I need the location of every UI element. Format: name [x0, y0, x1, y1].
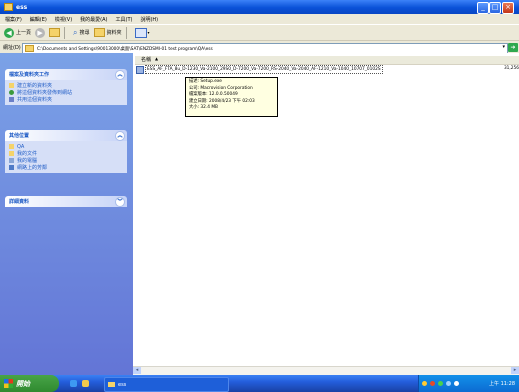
- chevron-down-icon: ▾: [147, 30, 150, 35]
- panel-file-tasks-header[interactable]: 檔案及資料夾工作 ︽: [5, 69, 127, 80]
- file-row[interactable]: ESS_AF_FTA_8u_D-1230_Va-2100_29S0_D-7200…: [135, 65, 519, 74]
- go-button[interactable]: ➜: [508, 43, 518, 52]
- menu-tools[interactable]: 工具(T): [116, 16, 133, 23]
- link-publish-web[interactable]: 將這個資料夾發佈到網站: [9, 89, 123, 96]
- link-my-documents[interactable]: 我的文件: [9, 150, 123, 157]
- tray-icon[interactable]: [422, 381, 427, 386]
- search-icon: ⌕: [73, 27, 78, 37]
- link-my-computer[interactable]: 我的電腦: [9, 157, 123, 164]
- globe-icon: [9, 90, 14, 95]
- folder-icon: [25, 45, 34, 52]
- toolbar-divider: [125, 26, 127, 39]
- horizontal-scrollbar[interactable]: ◂ ▸: [133, 366, 519, 375]
- panel-details-header[interactable]: 詳細資料 ︾: [5, 196, 127, 207]
- volume-icon[interactable]: [454, 381, 459, 386]
- panel-title: 詳細資料: [9, 199, 30, 205]
- tray-icon[interactable]: [430, 381, 435, 386]
- folder-icon: [4, 3, 13, 11]
- up-folder-icon: [49, 28, 61, 37]
- sort-arrow-icon: ▲: [155, 56, 159, 61]
- folders-button[interactable]: 資料夾: [93, 28, 122, 37]
- panel-other-places: 其他位置 ︽ QA 我的文件 我的電腦 網路上的芳鄰: [5, 130, 127, 173]
- share-icon: [9, 97, 14, 102]
- folder-icon: [9, 144, 14, 149]
- taskbar: 開始 ess 上午 11:28: [0, 375, 519, 392]
- toolbar-divider: [64, 26, 66, 39]
- link-network-places[interactable]: 網路上的芳鄰: [9, 164, 123, 171]
- folders-icon: [93, 28, 105, 37]
- quick-launch-ie-icon[interactable]: [70, 380, 77, 387]
- back-button[interactable]: ◀ 上一頁: [4, 27, 31, 38]
- panel-other-places-header[interactable]: 其他位置 ︽: [5, 130, 127, 141]
- menu-favorites[interactable]: 我的最愛(A): [80, 16, 107, 23]
- address-bar: 網址(D) C:\Documents and Settings\90013000…: [0, 40, 519, 54]
- search-button[interactable]: ⌕ 搜尋: [73, 28, 90, 38]
- file-list: 名稱 ▲ ESS_AF_FTA_8u_D-1230_Va-2100_29S0_D…: [133, 53, 519, 375]
- tray-icon[interactable]: [446, 381, 451, 386]
- tooltip-size: 大小: 32.4 MB: [189, 105, 218, 110]
- computer-icon: [9, 158, 14, 163]
- task-pane: 檔案及資料夾工作 ︽ 建立新的資料夾 將這個資料夾發佈到網站 共用這個資料夾 其…: [0, 53, 133, 375]
- toolbar: ◀ 上一頁 ▶ ⌕ 搜尋 資料夾 ▾: [0, 24, 519, 40]
- expand-icon[interactable]: ︾: [115, 197, 125, 207]
- file-size: 31,256: [503, 66, 519, 71]
- window-title: ess: [16, 3, 28, 11]
- quick-launch-folder-icon[interactable]: [82, 380, 89, 387]
- minimize-button[interactable]: _: [477, 2, 489, 14]
- link-qa[interactable]: QA: [9, 143, 123, 150]
- panel-other-places-body: QA 我的文件 我的電腦 網路上的芳鄰: [5, 141, 127, 173]
- address-path: C:\Documents and Settings\90013000\桌面\SA…: [37, 46, 213, 52]
- views-icon: [134, 27, 147, 38]
- maximize-button[interactable]: □: [489, 2, 501, 14]
- panel-file-tasks: 檔案及資料夾工作 ︽ 建立新的資料夾 將這個資料夾發佈到網站 共用這個資料夾: [5, 69, 127, 105]
- folder-icon: [108, 382, 115, 387]
- file-icon: [136, 66, 144, 74]
- scroll-left-icon[interactable]: ◂: [133, 367, 141, 374]
- clock[interactable]: 上午 11:28: [489, 380, 515, 387]
- menu-edit[interactable]: 編輯(E): [30, 16, 47, 23]
- views-button[interactable]: ▾: [134, 27, 150, 38]
- documents-icon: [9, 151, 14, 156]
- scroll-right-icon[interactable]: ▸: [511, 367, 519, 374]
- collapse-icon[interactable]: ︽: [115, 131, 125, 141]
- file-name[interactable]: ESS_AF_FTA_8u_D-1230_Va-2100_29S0_D-7200…: [145, 65, 383, 74]
- network-icon: [9, 165, 14, 170]
- menu-view[interactable]: 檢視(V): [55, 16, 72, 23]
- new-folder-icon: [9, 83, 14, 88]
- start-button[interactable]: 開始: [0, 375, 59, 392]
- menu-bar: 檔案(F) 編輯(E) 檢視(V) 我的最愛(A) 工具(T) 說明(H): [0, 14, 519, 24]
- go-arrow-icon: ➜: [510, 44, 516, 51]
- collapse-icon[interactable]: ︽: [115, 70, 125, 80]
- windows-logo-icon: [4, 379, 13, 388]
- title-bar: ess _ □ ×: [0, 0, 519, 14]
- task-button-ess[interactable]: ess: [104, 377, 229, 392]
- system-tray: 上午 11:28: [418, 375, 519, 392]
- menu-help[interactable]: 說明(H): [140, 16, 158, 23]
- up-folder-button[interactable]: [49, 28, 61, 37]
- link-share-folder[interactable]: 共用這個資料夾: [9, 96, 123, 103]
- panel-title: 其他位置: [9, 133, 30, 139]
- forward-button[interactable]: ▶: [35, 27, 46, 38]
- forward-arrow-icon: ▶: [35, 27, 46, 38]
- panel-title: 檔案及資料夾工作: [9, 72, 50, 78]
- panel-details: 詳細資料 ︾: [5, 196, 127, 207]
- back-arrow-icon: ◀: [4, 27, 14, 38]
- close-button[interactable]: ×: [502, 2, 514, 14]
- column-header-name[interactable]: 名稱 ▲: [135, 56, 519, 65]
- chevron-down-icon[interactable]: ▾: [502, 44, 505, 50]
- menu-file[interactable]: 檔案(F): [5, 16, 22, 23]
- address-label: 網址(D): [3, 45, 21, 51]
- tray-icon[interactable]: [438, 381, 443, 386]
- panel-file-tasks-body: 建立新的資料夾 將這個資料夾發佈到網站 共用這個資料夾: [5, 80, 127, 105]
- link-new-folder[interactable]: 建立新的資料夾: [9, 82, 123, 89]
- file-info-tooltip: 描述: Setup.exe 公司: Macrovision Corporatio…: [185, 77, 278, 117]
